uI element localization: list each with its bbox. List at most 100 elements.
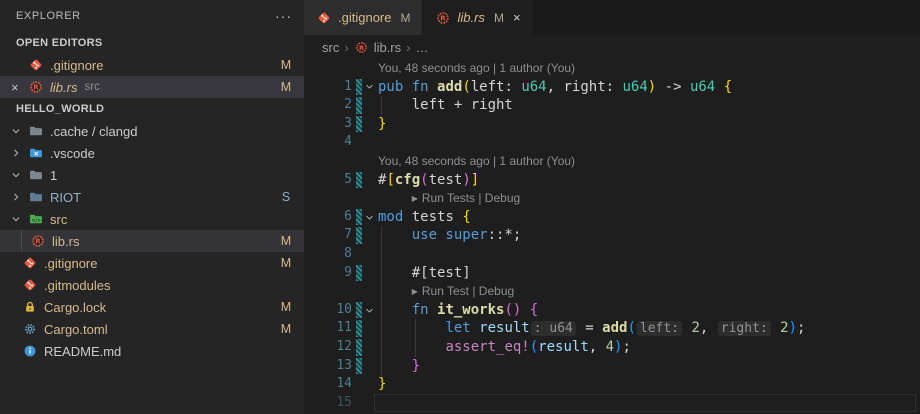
line-number[interactable]: 15	[304, 394, 352, 413]
line-number[interactable]: 12	[304, 338, 352, 357]
inlay-hint: : u64	[531, 321, 576, 336]
token: result	[538, 339, 589, 355]
code-line-6[interactable]: 6mod tests {	[304, 208, 920, 227]
open-editor-label: .gitignore	[50, 58, 103, 73]
code-line-11[interactable]: 11 let result: u64 = add(left: 2, right:…	[304, 319, 920, 338]
token: [	[386, 172, 394, 188]
explorer-sidebar: EXPLORER ··· OPEN EDITORS .gitignoreM×Rl…	[0, 0, 304, 414]
tab-.gitignore[interactable]: .gitignoreM	[304, 0, 423, 35]
vscode-window: EXPLORER ··· OPEN EDITORS .gitignoreM×Rl…	[0, 0, 920, 414]
run-play-icon[interactable]: ▶	[412, 287, 418, 296]
code-line-5[interactable]: 5#[cfg(test)]	[304, 171, 920, 190]
codelens-text[interactable]: You, 48 seconds ago | 1 author (You)	[378, 152, 575, 171]
code-line-15[interactable]: 15	[304, 394, 920, 413]
line-number[interactable]: 13	[304, 357, 352, 376]
line-number[interactable]: 2	[304, 96, 352, 115]
rust-icon: R	[30, 233, 46, 249]
tree-item-lib.rs[interactable]: Rlib.rsM	[0, 230, 304, 252]
tree-item-src[interactable]: </>src	[0, 208, 304, 230]
tree-item-1[interactable]: 1	[0, 164, 304, 186]
open-editors-header[interactable]: OPEN EDITORS	[0, 32, 304, 54]
tree-item-Cargo.toml[interactable]: Cargo.tomlM	[0, 318, 304, 340]
svg-text:R: R	[359, 43, 364, 51]
code-line-10[interactable]: 10 fn it_works() {	[304, 301, 920, 320]
code-line-8[interactable]: 8	[304, 245, 920, 264]
line-number[interactable]: 14	[304, 375, 352, 394]
tab-lib.rs[interactable]: Rlib.rsM×	[423, 0, 533, 35]
codelens-row[interactable]: ▶ Run Tests | Debug	[304, 189, 920, 208]
codelens-text[interactable]: ▶ Run Tests | Debug	[412, 189, 520, 210]
breadcrumb[interactable]: src›Rlib.rs›…	[304, 35, 920, 59]
editor-group: .gitignoreMRlib.rsM× src›Rlib.rs›… You, …	[304, 0, 920, 414]
token	[521, 302, 529, 318]
more-actions-icon[interactable]: ···	[275, 8, 292, 24]
line-number[interactable]: 4	[304, 133, 352, 152]
line-number[interactable]: 7	[304, 226, 352, 245]
tab-close-icon[interactable]: ×	[513, 10, 521, 25]
code-editor[interactable]: You, 48 seconds ago | 1 author (You) 1pub…	[304, 59, 920, 414]
tree-item-label: lib.rs	[52, 234, 79, 249]
line-number[interactable]: 9	[304, 264, 352, 283]
line-number[interactable]: 8	[304, 245, 352, 264]
open-editor-item-.gitignore[interactable]: .gitignoreM	[0, 54, 304, 76]
tree-item-Cargo.lock[interactable]: Cargo.lockM	[0, 296, 304, 318]
codelens-text[interactable]: You, 48 seconds ago | 1 author (You)	[378, 59, 575, 78]
token: left + right	[378, 97, 513, 113]
breadcrumb-item-0[interactable]: src	[322, 40, 339, 55]
tab-modified-badge: M	[400, 11, 410, 25]
token: let	[445, 320, 479, 336]
breadcrumb-item-2[interactable]: …	[415, 40, 428, 55]
code-text: use super::*;	[378, 226, 521, 245]
run-play-icon[interactable]: ▶	[412, 194, 418, 203]
chevron-down-icon	[8, 123, 24, 139]
code-line-1[interactable]: 1pub fn add(left: u64, right: u64) -> u6…	[304, 78, 920, 97]
breadcrumb-item-1[interactable]: lib.rs	[374, 40, 401, 55]
info-icon	[22, 343, 38, 359]
tree-item-README.md[interactable]: README.md	[0, 340, 304, 362]
token: }	[378, 376, 386, 392]
token: )	[648, 79, 656, 95]
code-line-7[interactable]: 7 use super::*;	[304, 226, 920, 245]
line-number[interactable]: 1	[304, 78, 352, 97]
line-number[interactable]: 3	[304, 115, 352, 134]
open-editor-item-lib.rs[interactable]: ×Rlib.rssrcM	[0, 76, 304, 98]
tree-item-.gitignore[interactable]: .gitignoreM	[0, 252, 304, 274]
line-number[interactable]: 10	[304, 301, 352, 320]
close-icon[interactable]: ×	[8, 80, 28, 95]
token: use super	[412, 227, 488, 243]
token: {	[530, 302, 538, 318]
codelens-label[interactable]: Run Test | Debug	[422, 284, 514, 298]
codelens-label[interactable]: You, 48 seconds ago | 1 author (You)	[378, 154, 575, 168]
workspace-header[interactable]: HELLO_WORLD	[0, 98, 304, 120]
git-icon	[22, 255, 38, 271]
code-line-12[interactable]: 12 assert_eq!(result, 4);	[304, 338, 920, 357]
line-number[interactable]: 11	[304, 319, 352, 338]
tree-item-RIOT[interactable]: RIOTS	[0, 186, 304, 208]
inlay-hint: right:	[718, 321, 771, 336]
line-number[interactable]: 6	[304, 208, 352, 227]
tree-item-.gitmodules[interactable]: .gitmodules	[0, 274, 304, 296]
code-line-13[interactable]: 13 }	[304, 357, 920, 376]
token: result	[479, 320, 530, 336]
codelens-row[interactable]: You, 48 seconds ago | 1 author (You)	[304, 152, 920, 171]
code-line-14[interactable]: 14}	[304, 375, 920, 394]
codelens-label[interactable]: You, 48 seconds ago | 1 author (You)	[378, 61, 575, 75]
code-line-3[interactable]: 3}	[304, 115, 920, 134]
token: )	[462, 172, 470, 188]
token: =	[577, 320, 602, 336]
inlay-hint: left:	[637, 321, 682, 336]
codelens-text[interactable]: ▶ Run Test | Debug	[412, 282, 514, 303]
token: 4	[606, 339, 614, 355]
code-line-2[interactable]: 2 left + right	[304, 96, 920, 115]
codelens-label[interactable]: Run Tests | Debug	[422, 191, 520, 205]
tree-item-.cacheclangd[interactable]: .cache / clangd	[0, 120, 304, 142]
codelens-row[interactable]: ▶ Run Test | Debug	[304, 282, 920, 301]
line-number[interactable]: 5	[304, 171, 352, 190]
vscode-icon	[28, 145, 44, 161]
tree-item-.vscode[interactable]: .vscode	[0, 142, 304, 164]
git-status-badge: M	[278, 80, 294, 94]
code-line-9[interactable]: 9 #[test]	[304, 264, 920, 283]
token	[715, 79, 723, 95]
codelens-row[interactable]: You, 48 seconds ago | 1 author (You)	[304, 59, 920, 78]
code-line-4[interactable]: 4	[304, 133, 920, 152]
